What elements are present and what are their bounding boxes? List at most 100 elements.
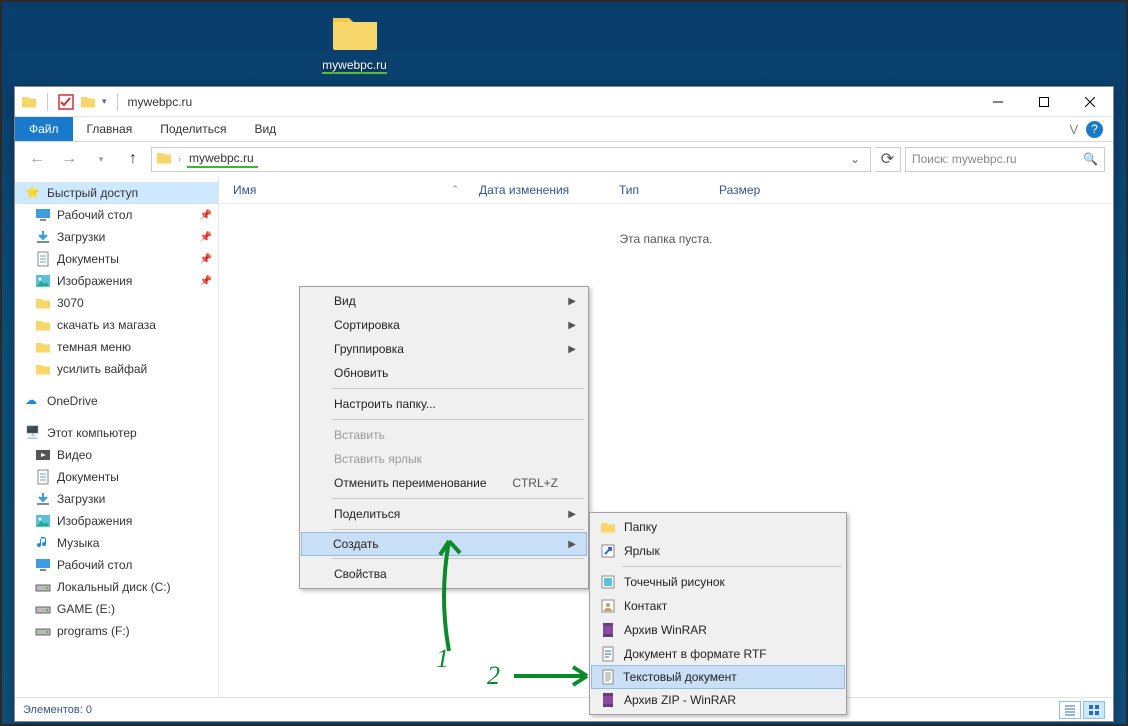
sidebar-onedrive[interactable]: ☁ OneDrive [15,390,218,412]
menu-item[interactable]: Текстовый документ [591,665,845,689]
status-bar: Элементов: 0 [15,697,1113,721]
menu-item[interactable]: Архив ZIP - WinRAR [592,688,844,712]
empty-folder-text: Эта папка пуста. [219,232,1113,246]
col-date[interactable]: Дата изменения [479,183,619,197]
sidebar-item[interactable]: темная меню [15,336,218,358]
sidebar-item[interactable]: Документы [15,466,218,488]
breadcrumb[interactable]: mywebpc.ru [187,151,258,168]
item-icon [35,207,51,223]
nav-forward-button: → [55,146,83,172]
refresh-button[interactable]: ⟳ [875,147,901,172]
sidebar-this-pc[interactable]: 🖥️ Этот компьютер [15,422,218,444]
menu-item[interactable]: Поделиться▶ [302,502,586,526]
sidebar-item[interactable]: Рабочий стол📌 [15,204,218,226]
folder-icon [80,94,96,110]
sidebar-item[interactable]: Изображения📌 [15,270,218,292]
pin-icon: 📌 [200,232,212,243]
file-type-icon [600,519,616,535]
tab-home[interactable]: Главная [73,117,147,141]
search-input[interactable]: Поиск: mywebpc.ru 🔍 [905,147,1105,172]
context-submenu-create: ПапкуЯрлык Точечный рисунокКонтактАрхив W… [589,512,847,715]
sidebar-item[interactable]: Документы📌 [15,248,218,270]
sidebar-item[interactable]: скачать из магаза [15,314,218,336]
item-icon [35,513,51,529]
folder-icon [21,94,37,110]
folder-icon [331,12,379,52]
menu-item[interactable]: Контакт [592,594,844,618]
item-icon [35,447,51,463]
address-bar[interactable]: › mywebpc.ru ⌄ [151,147,871,172]
file-type-icon [600,543,616,559]
menu-item[interactable]: Свойства [302,562,586,586]
pin-icon: 📌 [200,210,212,221]
nav-up-button[interactable]: ↑ [119,146,147,172]
item-icon [35,229,51,245]
context-menu: Вид▶Сортировка▶Группировка▶Обновить Настр… [299,286,589,589]
desktop-folder-label: mywebpc.ru [322,58,387,74]
content-area[interactable]: Имя⌃ Дата изменения Тип Размер Эта папка… [219,176,1113,697]
desktop-folder[interactable]: mywebpc.ru [322,12,387,74]
address-row: ← → ▾ ↑ › mywebpc.ru ⌄ ⟳ Поиск: mywebpc.… [15,142,1113,176]
menu-item[interactable]: Документ в формате RTF [592,642,844,666]
address-dropdown-icon[interactable]: ⌄ [844,152,866,166]
file-type-icon [600,574,616,590]
sidebar-item[interactable]: Локальный диск (C:) [15,576,218,598]
view-details-button[interactable] [1059,701,1081,719]
qat-checkbox-icon[interactable] [58,94,74,110]
sidebar-item[interactable]: Музыка [15,532,218,554]
tab-share[interactable]: Поделиться [146,117,240,141]
minimize-button[interactable] [975,87,1021,117]
item-icon [35,491,51,507]
chevron-right-icon: ▶ [568,344,576,355]
menu-item[interactable]: Настроить папку... [302,392,586,416]
item-icon [35,273,51,289]
tab-view[interactable]: Вид [240,117,290,141]
qat-dropdown-icon[interactable]: ▾ [102,96,107,107]
sidebar-item[interactable]: GAME (E:) [15,598,218,620]
menu-item[interactable]: Создать▶ [301,532,587,556]
close-button[interactable] [1067,87,1113,117]
sidebar-item[interactable]: programs (F:) [15,620,218,642]
menu-item[interactable]: Группировка▶ [302,337,586,361]
item-icon [35,535,51,551]
star-icon: ⭐ [25,185,41,201]
help-button[interactable]: ? [1086,121,1103,138]
menu-item[interactable]: Сортировка▶ [302,313,586,337]
menu-item[interactable]: Вид▶ [302,289,586,313]
col-name[interactable]: Имя⌃ [233,183,479,197]
maximize-button[interactable] [1021,87,1067,117]
tab-file[interactable]: Файл [15,117,73,141]
menu-item[interactable]: Точечный рисунок [592,570,844,594]
menu-item[interactable]: Архив WinRAR [592,618,844,642]
ribbon-expand-icon[interactable]: ⋁ [1070,124,1078,135]
sidebar-item[interactable]: Загрузки📌 [15,226,218,248]
sidebar-item[interactable]: 3070 [15,292,218,314]
menu-item[interactable]: Ярлык [592,539,844,563]
sidebar-item[interactable]: Рабочий стол [15,554,218,576]
menu-item[interactable]: Отменить переименованиеCTRL+Z [302,471,586,495]
sidebar-item[interactable]: Загрузки [15,488,218,510]
menu-item[interactable]: Папку [592,515,844,539]
file-type-icon [600,646,616,662]
sidebar-quick-access[interactable]: ⭐ Быстрый доступ [15,182,218,204]
pc-icon: 🖥️ [25,425,41,441]
file-type-icon [600,692,616,708]
nav-recent-icon[interactable]: ▾ [87,146,115,172]
item-icon [35,317,51,333]
sidebar-item[interactable]: Видео [15,444,218,466]
search-placeholder: Поиск: mywebpc.ru [912,152,1017,166]
chevron-right-icon: ▶ [568,539,576,550]
item-icon [35,601,51,617]
annotation-2: 2 [487,661,500,691]
col-size[interactable]: Размер [719,183,780,197]
item-icon [35,623,51,639]
status-count: Элементов: 0 [23,704,92,716]
col-type[interactable]: Тип [619,183,719,197]
item-icon [35,251,51,267]
view-icons-button[interactable] [1083,701,1105,719]
explorer-window: ▾ mywebpc.ru Файл Главная Поделиться Вид… [14,86,1114,722]
sidebar-item[interactable]: усилить вайфай [15,358,218,380]
menu-item[interactable]: Обновить [302,361,586,385]
item-icon [35,557,51,573]
sidebar-item[interactable]: Изображения [15,510,218,532]
